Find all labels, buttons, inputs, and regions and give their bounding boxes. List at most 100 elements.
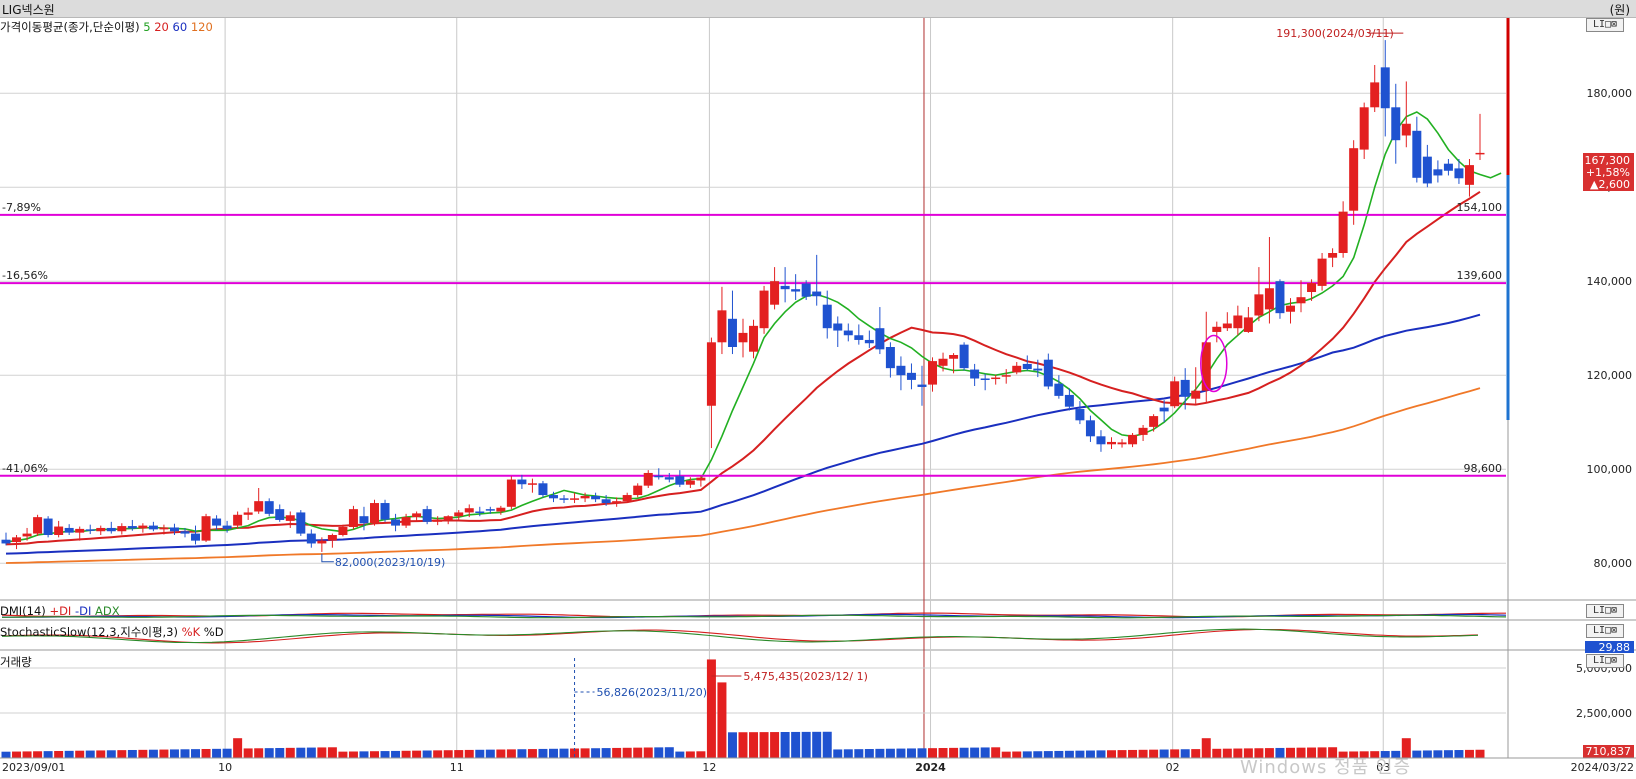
volume-bar xyxy=(317,747,327,758)
candle-body xyxy=(1370,82,1380,108)
volume-bar xyxy=(43,751,53,758)
y-tick-label: 80,000 xyxy=(1594,557,1633,570)
dmi-panel-title[interactable]: DMI(14) +DI -DI ADX xyxy=(0,604,120,618)
volume-bar xyxy=(664,747,674,758)
volume-bar xyxy=(685,751,695,758)
dmi-plus-legend: +DI xyxy=(49,604,72,618)
candle-body xyxy=(359,516,369,524)
candle-body xyxy=(685,480,695,485)
stoch-value-label: 29,88 xyxy=(1599,641,1631,654)
candle-body xyxy=(1033,368,1043,371)
candle-body xyxy=(43,518,53,535)
volume-bar xyxy=(843,749,853,758)
volume-bar xyxy=(64,750,74,758)
candle-body xyxy=(285,515,295,521)
price-panel-title[interactable]: 가격이동평균(종가,단순이평) 5 20 60 120 xyxy=(0,19,213,35)
candle-body xyxy=(517,479,527,485)
volume-bar xyxy=(591,748,601,758)
volume-bar xyxy=(801,731,811,758)
candle-body xyxy=(896,365,906,376)
volume-bar xyxy=(696,751,706,758)
low-price-label: 82,000(2023/10/19) xyxy=(335,556,445,569)
stock-chart[interactable]: 80,000100,000120,000140,000160,000180,00… xyxy=(0,0,1636,774)
candle-body xyxy=(928,361,938,385)
candle-body xyxy=(727,318,737,347)
candle-body xyxy=(1401,123,1411,136)
volume-bar xyxy=(275,747,285,758)
candle-body xyxy=(496,507,506,512)
volume-panel-title[interactable]: 거래량 xyxy=(0,654,32,670)
volume-bar xyxy=(875,748,885,758)
volume-bar xyxy=(1464,749,1474,758)
candle-body xyxy=(780,285,790,290)
volume-bar xyxy=(1054,750,1064,758)
hline-139600-pct-label: -16,56% xyxy=(2,269,48,282)
chart-background xyxy=(0,18,1636,774)
candle-body xyxy=(1328,253,1338,258)
x-tick-label: 11 xyxy=(450,761,464,774)
volume-bar xyxy=(970,747,980,758)
volume-bar xyxy=(812,731,822,758)
candle-body xyxy=(264,501,274,514)
volume-bar xyxy=(169,749,179,758)
volume-bar xyxy=(601,748,611,758)
price-panel-window-buttons[interactable]: LI□⊠ xyxy=(1586,18,1624,32)
candle-body xyxy=(169,527,179,532)
candle-body xyxy=(243,512,253,515)
volume-bar xyxy=(1043,751,1053,758)
candle-body xyxy=(96,527,106,532)
stochastic-panel-title[interactable]: StochasticSlow(12,3,지수이평,3) %K %D xyxy=(0,624,224,640)
candle-body xyxy=(1075,409,1085,421)
volume-bar xyxy=(1022,751,1032,758)
stock-name[interactable]: LIG넥스원 xyxy=(2,1,55,18)
candle-body xyxy=(580,495,590,499)
candle-body xyxy=(212,518,222,526)
volume-bar xyxy=(654,747,664,758)
candle-body xyxy=(306,533,316,544)
candle-body xyxy=(1191,390,1201,399)
volume-bar xyxy=(517,749,527,758)
candle-body xyxy=(380,503,390,520)
volume-bar xyxy=(612,747,622,758)
volume-bar xyxy=(1191,749,1201,758)
candle-body xyxy=(317,540,327,544)
volume-bar xyxy=(191,749,201,758)
volume-bar xyxy=(222,748,232,758)
volume-bar xyxy=(138,749,148,758)
stochastic-panel-window-buttons[interactable]: LI□⊠ xyxy=(1586,624,1624,638)
candle-body xyxy=(1264,288,1274,310)
candle-body xyxy=(843,330,853,336)
candle-body xyxy=(1243,317,1253,332)
volume-bar xyxy=(96,750,106,758)
stoch-d-legend: %D xyxy=(203,625,224,639)
candle-body xyxy=(464,508,474,513)
volume-bar xyxy=(1117,750,1127,758)
volume-panel-window-buttons[interactable]: LI□⊠ xyxy=(1586,654,1624,668)
candle-body xyxy=(412,513,422,518)
candle-body xyxy=(191,533,201,541)
candle-body xyxy=(1,539,11,544)
volume-bar xyxy=(54,750,64,758)
hline-139600-value-label: 139,600 xyxy=(1457,269,1503,282)
candle-body xyxy=(1022,363,1032,370)
volume-bar xyxy=(1128,749,1138,758)
candle-body xyxy=(370,503,379,524)
volume-bar xyxy=(1012,751,1022,758)
candle-body xyxy=(675,476,685,485)
candle-body xyxy=(22,533,32,537)
volume-title: 거래량 xyxy=(0,655,32,669)
dmi-panel-window-buttons[interactable]: LI□⊠ xyxy=(1586,604,1624,618)
volume-bar xyxy=(401,750,411,758)
volume-bar xyxy=(622,747,632,758)
volume-bar xyxy=(759,732,769,758)
candle-body xyxy=(296,512,306,534)
candle-body xyxy=(601,499,611,504)
candle-body xyxy=(1443,163,1453,171)
volume-bar xyxy=(738,732,748,758)
candle-body xyxy=(970,369,980,379)
volume-bar xyxy=(422,750,432,758)
candle-body xyxy=(801,283,811,297)
candle-body xyxy=(538,483,548,496)
candle-body xyxy=(1359,107,1369,150)
volume-bar xyxy=(348,751,358,758)
